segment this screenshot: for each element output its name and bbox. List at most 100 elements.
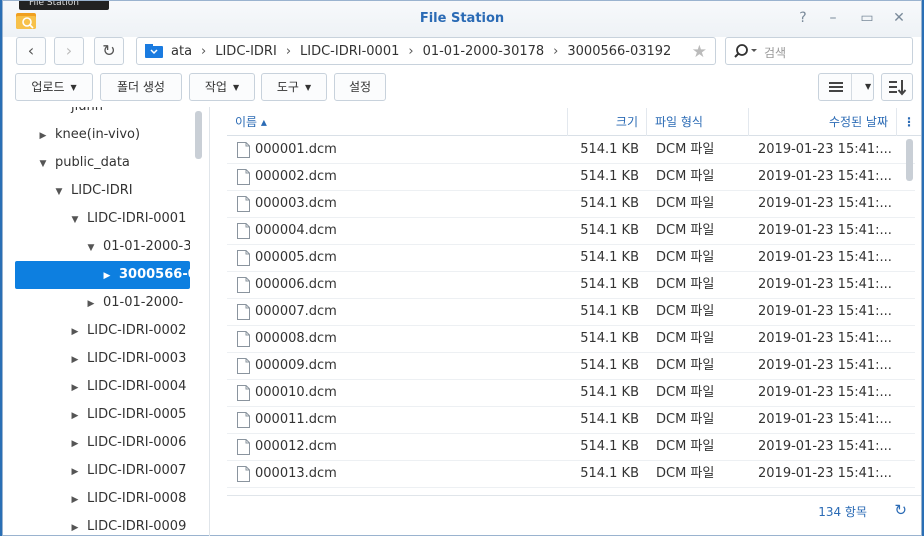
breadcrumb-item[interactable]: 01-01-2000-30178 [423, 44, 545, 59]
file-modified: 2019-01-23 15:41:... [758, 331, 892, 346]
tree-item[interactable]: ▶ LIDC-IDRI-0003 [15, 345, 190, 373]
tree-item[interactable]: ▼ 01-01-2000-30178 [15, 233, 190, 261]
table-row[interactable]: 000012.dcm 514.1 KB DCM 파일 2019-01-23 15:41… [227, 434, 915, 461]
tree-item[interactable]: ▶ LIDC-IDRI-0006 [15, 429, 190, 457]
new-folder-button[interactable]: 폴더 생성 [100, 73, 182, 101]
tree-item-label: LIDC-IDRI-0009 [87, 519, 187, 534]
maximize-icon[interactable]: ▭ [859, 10, 875, 26]
expand-right-icon[interactable]: ▶ [69, 514, 81, 535]
table-row[interactable]: 000010.dcm 514.1 KB DCM 파일 2019-01-23 15:41… [227, 380, 915, 407]
column-size[interactable]: 크기 [568, 108, 647, 136]
table-row[interactable]: 000005.dcm 514.1 KB DCM 파일 2019-01-23 15:41… [227, 245, 915, 272]
tree-item[interactable]: ▶ 01-01-2000- [15, 289, 190, 317]
refresh-button[interactable]: ↻ [94, 37, 124, 65]
folder-icon [145, 44, 163, 58]
table-row[interactable]: 000006.dcm 514.1 KB DCM 파일 2019-01-23 15:41… [227, 272, 915, 299]
tree-scrollbar[interactable] [195, 111, 202, 159]
table-row[interactable]: 000007.dcm 514.1 KB DCM 파일 2019-01-23 15:41… [227, 299, 915, 326]
expand-down-icon[interactable]: ▼ [53, 178, 65, 205]
expand-right-icon[interactable]: ▶ [37, 122, 49, 149]
file-type: DCM 파일 [656, 223, 715, 238]
forward-button[interactable]: › [54, 37, 84, 65]
breadcrumb-item[interactable]: ata [171, 44, 192, 59]
file-name: 000003.dcm [255, 196, 337, 211]
file-size: 514.1 KB [580, 196, 639, 211]
table-row[interactable]: 000004.dcm 514.1 KB DCM 파일 2019-01-23 15:41… [227, 218, 915, 245]
tree-item[interactable]: ▶ LIDC-IDRI-0004 [15, 373, 190, 401]
column-name[interactable]: 이름 ▴ [227, 108, 568, 136]
table-row[interactable]: 000001.dcm 514.1 KB DCM 파일 2019-01-23 15:41… [227, 137, 915, 164]
tree-item[interactable]: ▼ public_data [15, 149, 190, 177]
expand-right-icon[interactable]: ▶ [69, 318, 81, 345]
breadcrumb-item[interactable]: 3000566-03192 [567, 44, 671, 59]
list-scrollbar[interactable] [906, 139, 913, 181]
tree-item[interactable]: ▶ LIDC-IDRI-0005 [15, 401, 190, 429]
search-input[interactable]: 검색 [725, 37, 913, 65]
tree-item[interactable]: ▶ 3000566-03192 [15, 261, 190, 289]
file-name: 000009.dcm [255, 358, 337, 373]
folder-tree: jiunn ▶ knee(in-vivo) ▼ public_data ▼ LIDC-IDR… [15, 107, 205, 535]
file-modified: 2019-01-23 15:41:... [758, 169, 892, 184]
expand-right-icon[interactable]: ▶ [85, 290, 97, 317]
tree-item-label: LIDC-IDRI-0004 [87, 379, 187, 394]
action-button[interactable]: 작업 ▼ [189, 73, 255, 101]
column-type[interactable]: 파일 형식 [647, 108, 749, 136]
view-mode-button[interactable]: ▼ [818, 73, 874, 101]
column-options-icon[interactable]: ⋮ [897, 108, 921, 136]
upload-button[interactable]: 업로드 ▼ [15, 73, 93, 101]
file-name: 000012.dcm [255, 439, 337, 454]
table-row[interactable]: 000003.dcm 514.1 KB DCM 파일 2019-01-23 15:41… [227, 191, 915, 218]
expand-right-icon[interactable]: ▶ [69, 430, 81, 457]
file-modified: 2019-01-23 15:41:... [758, 142, 892, 157]
file-type: DCM 파일 [656, 277, 715, 292]
expand-down-icon[interactable]: ▼ [37, 150, 49, 177]
tree-item[interactable]: ▼ LIDC-IDRI-0001 [15, 205, 190, 233]
taskbar-tooltip: File Station [19, 1, 109, 10]
tree-item[interactable]: jiunn [15, 107, 190, 121]
breadcrumb-item[interactable]: LIDC-IDRI [215, 44, 277, 59]
tree-item[interactable]: ▶ LIDC-IDRI-0009 [15, 513, 190, 535]
close-icon[interactable]: ✕ [891, 10, 907, 26]
file-type: DCM 파일 [656, 466, 715, 481]
tree-item[interactable]: ▼ LIDC-IDRI [15, 177, 190, 205]
table-row[interactable]: 000008.dcm 514.1 KB DCM 파일 2019-01-23 15:41… [227, 326, 915, 353]
tree-item[interactable]: ▶ knee(in-vivo) [15, 121, 190, 149]
caret-down-icon: ▼ [865, 82, 872, 91]
sort-button[interactable] [881, 73, 913, 101]
chevron-left-icon: ‹ [27, 41, 35, 60]
tree-item[interactable]: ▶ LIDC-IDRI-0008 [15, 485, 190, 513]
back-button[interactable]: ‹ [16, 37, 46, 65]
table-row[interactable]: 000009.dcm 514.1 KB DCM 파일 2019-01-23 15:41… [227, 353, 915, 380]
file-icon [237, 196, 250, 212]
table-row[interactable]: 000013.dcm 514.1 KB DCM 파일 2019-01-23 15:41… [227, 461, 915, 488]
refresh-icon[interactable]: ↻ [894, 501, 907, 519]
expand-right-icon[interactable]: ▶ [69, 402, 81, 429]
file-name: 000013.dcm [255, 466, 337, 481]
table-row[interactable]: 000011.dcm 514.1 KB DCM 파일 2019-01-23 15:41… [227, 407, 915, 434]
pane-divider[interactable] [209, 107, 210, 536]
minimize-icon[interactable]: – [825, 10, 841, 26]
help-icon[interactable]: ? [795, 10, 811, 26]
file-type: DCM 파일 [656, 169, 715, 184]
breadcrumb-item[interactable]: LIDC-IDRI-0001 [300, 44, 399, 59]
expand-right-icon[interactable]: ▶ [69, 486, 81, 513]
expand-right-icon[interactable]: ▶ [101, 262, 113, 289]
file-size: 514.1 KB [580, 466, 639, 481]
tree-item[interactable]: ▶ LIDC-IDRI-0002 [15, 317, 190, 345]
expand-down-icon[interactable]: ▼ [85, 234, 97, 261]
expand-right-icon[interactable]: ▶ [69, 458, 81, 485]
file-modified: 2019-01-23 15:41:... [758, 385, 892, 400]
star-icon[interactable]: ★ [692, 42, 707, 62]
caret-down-icon: ▼ [304, 83, 312, 92]
settings-button[interactable]: 설정 [334, 73, 386, 101]
tree-item[interactable]: ▶ LIDC-IDRI-0007 [15, 457, 190, 485]
expand-right-icon[interactable]: ▶ [69, 374, 81, 401]
table-row[interactable]: 000002.dcm 514.1 KB DCM 파일 2019-01-23 15:41… [227, 164, 915, 191]
search-icon[interactable] [734, 43, 758, 59]
path-bar[interactable]: ata › LIDC-IDRI › LIDC-IDRI-0001 › 01-01-2000-… [136, 37, 716, 65]
expand-down-icon[interactable]: ▼ [69, 206, 81, 233]
file-icon [237, 358, 250, 374]
expand-right-icon[interactable]: ▶ [69, 346, 81, 373]
column-modified[interactable]: 수정된 날짜 [749, 108, 897, 136]
tools-button[interactable]: 도구 ▼ [261, 73, 327, 101]
